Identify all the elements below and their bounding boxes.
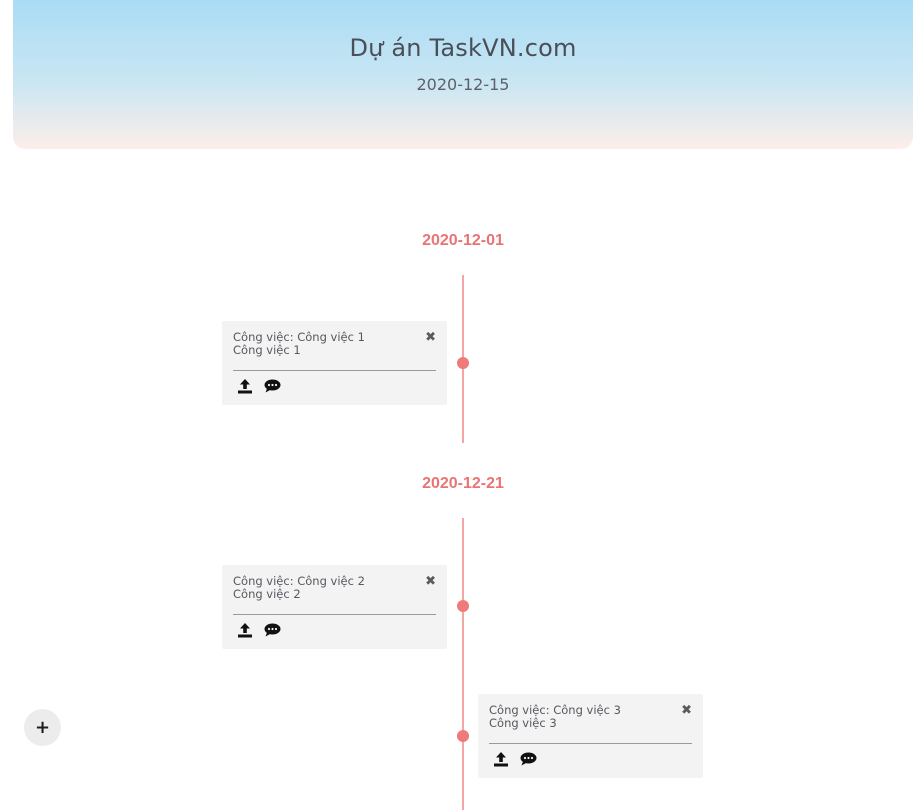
task-name: Công việc 1 [233,343,301,357]
comment-icon[interactable] [263,622,281,638]
close-icon[interactable]: ✖ [425,574,436,589]
upload-icon[interactable] [236,378,254,394]
upload-icon[interactable] [492,751,510,767]
timeline-date-label: 2020-12-01 [422,232,504,249]
comment-icon[interactable] [263,378,281,394]
project-header: Dự án TaskVN.com 2020-12-15 [13,0,913,149]
timeline-dot [457,730,469,742]
task-name: Công việc 2 [233,587,301,601]
add-task-button[interactable]: + [24,709,61,746]
task-card: Công việc: Công việc 2 Công việc 2 ✖ [222,565,447,649]
card-divider [233,370,436,371]
card-divider [489,743,692,744]
project-title: Dự án TaskVN.com [349,34,577,62]
close-icon[interactable]: ✖ [425,330,436,345]
card-divider [233,614,436,615]
timeline-line [462,518,464,810]
task-card: Công việc: Công việc 3 Công việc 3 ✖ [478,694,703,778]
timeline-dot [457,357,469,369]
close-icon[interactable]: ✖ [681,703,692,718]
comment-icon[interactable] [519,751,537,767]
task-name: Công việc 3 [489,716,557,730]
task-card: Công việc: Công việc 1 Công việc 1 ✖ [222,321,447,405]
upload-icon[interactable] [236,622,254,638]
plus-icon: + [34,717,51,738]
timeline-date-label: 2020-12-21 [422,475,504,492]
timeline-dot [457,600,469,612]
project-date: 2020-12-15 [416,75,510,94]
